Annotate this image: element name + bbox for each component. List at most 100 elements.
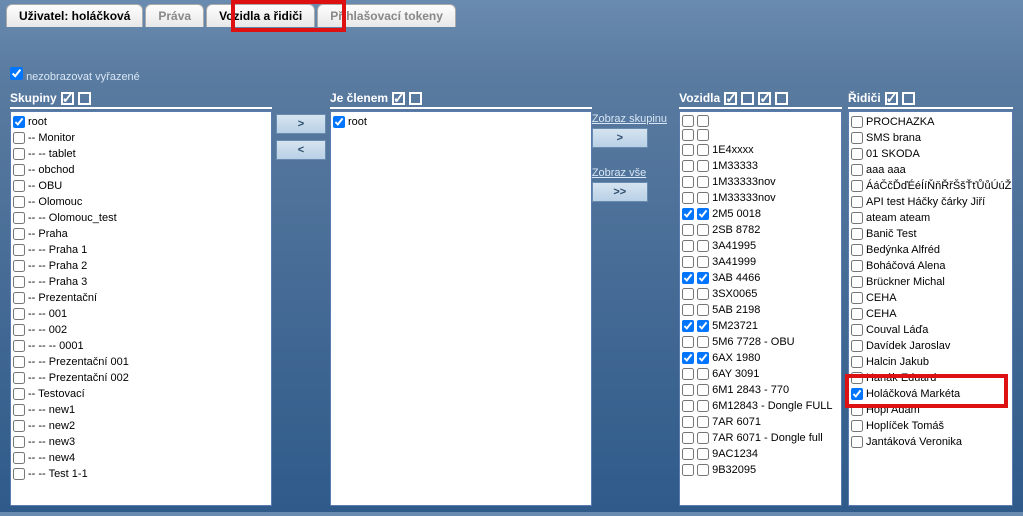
driver-checkbox[interactable] [851,212,863,224]
driver-checkbox[interactable] [851,228,863,240]
group-checkbox[interactable] [13,436,25,448]
vehicle-checkbox-1[interactable] [682,448,694,460]
vehicle-checkbox-2[interactable] [697,240,709,252]
driver-checkbox[interactable] [851,148,863,160]
group-checkbox[interactable] [13,244,25,256]
group-checkbox[interactable] [13,164,25,176]
vehicle-checkbox-1[interactable] [682,400,694,412]
tab-tokens[interactable]: Přihlašovací tokeny [317,4,456,27]
memberof-header-check-on[interactable] [392,92,405,105]
vehicle-checkbox-1[interactable] [682,176,694,188]
vehicle-checkbox-2[interactable] [697,384,709,396]
vehicle-checkbox-1[interactable] [682,464,694,476]
vehicle-checkbox-2[interactable] [697,400,709,412]
vehicle-checkbox-2[interactable] [697,144,709,156]
vehicle-checkbox-1[interactable] [682,336,694,348]
groups-header-check-on[interactable] [61,92,74,105]
vehicle-checkbox-2[interactable] [697,192,709,204]
vehicle-checkbox-2[interactable] [697,448,709,460]
vehicle-checkbox-2[interactable] [697,256,709,268]
show-all-button[interactable]: >> [592,182,648,202]
group-checkbox[interactable] [13,420,25,432]
vehicle-checkbox-1[interactable] [682,224,694,236]
vehicle-checkbox-1[interactable] [682,256,694,268]
vehicle-checkbox-2[interactable] [697,336,709,348]
group-checkbox[interactable] [13,292,25,304]
vehicle-checkbox-1[interactable] [682,272,694,284]
drivers-hchk-on[interactable] [885,92,898,105]
vehicles-hchk-3[interactable] [758,92,771,105]
vehicle-checkbox-2[interactable] [697,176,709,188]
driver-checkbox[interactable] [851,276,863,288]
show-group-button[interactable]: > [592,128,648,148]
group-checkbox[interactable] [13,356,25,368]
tab-vehicles-drivers[interactable]: Vozidla a řidiči [206,4,315,27]
group-checkbox[interactable] [13,308,25,320]
driver-checkbox[interactable] [851,420,863,432]
vehicle-checkbox-1[interactable] [682,115,694,127]
group-checkbox[interactable] [13,388,25,400]
group-checkbox[interactable] [13,468,25,480]
vehicle-checkbox-1[interactable] [682,208,694,220]
driver-checkbox[interactable] [851,436,863,448]
vehicle-checkbox-1[interactable] [682,384,694,396]
vehicles-hchk-4[interactable] [775,92,788,105]
group-checkbox[interactable] [13,196,25,208]
driver-checkbox[interactable] [851,180,863,192]
tab-user[interactable]: Uživatel: holáčková [6,4,143,27]
group-checkbox[interactable] [13,404,25,416]
vehicle-checkbox-2[interactable] [697,160,709,172]
driver-checkbox[interactable] [851,340,863,352]
driver-checkbox[interactable] [851,116,863,128]
tab-rights[interactable]: Práva [145,4,204,27]
vehicle-checkbox-1[interactable] [682,192,694,204]
driver-checkbox[interactable] [851,196,863,208]
move-right-button[interactable]: > [276,114,326,134]
group-checkbox[interactable] [13,372,25,384]
vehicle-checkbox-2[interactable] [697,416,709,428]
group-checkbox[interactable] [13,324,25,336]
driver-checkbox[interactable] [851,244,863,256]
group-checkbox[interactable] [13,116,25,128]
vehicle-checkbox-1[interactable] [682,240,694,252]
vehicle-checkbox-2[interactable] [697,115,709,127]
memberof-header-check-off[interactable] [409,92,422,105]
group-checkbox[interactable] [13,276,25,288]
driver-checkbox[interactable] [851,372,863,384]
group-checkbox[interactable] [13,180,25,192]
group-checkbox[interactable] [13,340,25,352]
group-checkbox[interactable] [13,260,25,272]
driver-checkbox[interactable] [851,324,863,336]
group-checkbox[interactable] [13,132,25,144]
vehicle-checkbox-1[interactable] [682,160,694,172]
vehicle-checkbox-1[interactable] [682,432,694,444]
vehicle-checkbox-1[interactable] [682,368,694,380]
vehicle-checkbox-2[interactable] [697,368,709,380]
vehicle-checkbox-2[interactable] [697,272,709,284]
driver-checkbox[interactable] [851,132,863,144]
vehicle-checkbox-1[interactable] [682,416,694,428]
memberof-checkbox[interactable] [333,116,345,128]
driver-checkbox[interactable] [851,164,863,176]
hide-disabled-checkbox[interactable] [10,67,23,80]
groups-header-check-off[interactable] [78,92,91,105]
vehicle-checkbox-2[interactable] [697,129,709,141]
vehicle-checkbox-2[interactable] [697,288,709,300]
group-checkbox[interactable] [13,228,25,240]
vehicle-checkbox-2[interactable] [697,320,709,332]
driver-checkbox[interactable] [851,260,863,272]
driver-checkbox[interactable] [851,292,863,304]
drivers-hchk-off[interactable] [902,92,915,105]
vehicles-hchk-1[interactable] [724,92,737,105]
group-checkbox[interactable] [13,452,25,464]
driver-checkbox[interactable] [851,308,863,320]
vehicle-checkbox-1[interactable] [682,288,694,300]
driver-checkbox[interactable] [851,388,863,400]
vehicles-hchk-2[interactable] [741,92,754,105]
vehicle-checkbox-1[interactable] [682,352,694,364]
vehicle-checkbox-2[interactable] [697,352,709,364]
vehicle-checkbox-1[interactable] [682,320,694,332]
vehicle-checkbox-2[interactable] [697,224,709,236]
vehicle-checkbox-2[interactable] [697,208,709,220]
vehicle-checkbox-2[interactable] [697,432,709,444]
